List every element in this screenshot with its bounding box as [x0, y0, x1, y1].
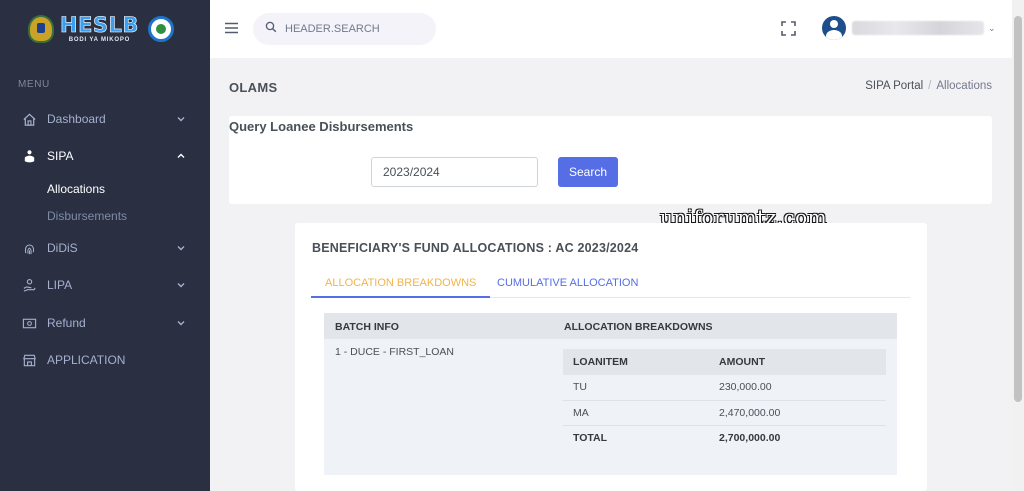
sidebar-item-label: DiDiS [47, 241, 78, 255]
sidebar-item-label: SIPA [47, 149, 74, 163]
logo-tagline: BODI YA MIKOPO [68, 37, 131, 43]
allocations-title: BENEFICIARY'S FUND ALLOCATIONS : AC 2023… [312, 241, 639, 255]
sidebar-item-application[interactable]: APPLICATION [0, 345, 210, 375]
sidebar-item-didis[interactable]: DiDiS [0, 233, 210, 263]
top-header: ⌄ [210, 0, 1012, 58]
fullscreen-icon[interactable] [781, 21, 796, 41]
allocations-table: BATCH INFO ALLOCATION BREAKDOWNS 1 - DUC… [324, 313, 897, 475]
column-header-breakdown: ALLOCATION BREAKDOWNS [564, 321, 713, 333]
menu-toggle-icon[interactable] [225, 21, 238, 39]
home-icon [21, 111, 37, 127]
store-icon [21, 352, 37, 368]
amount-cell: 2,470,000.00 [709, 400, 886, 426]
money-icon [21, 315, 37, 331]
query-title: Query Loanee Disbursements [229, 119, 414, 134]
chevron-down-icon [176, 317, 186, 331]
tab-cumulative-allocation[interactable]: CUMULATIVE ALLOCATION [483, 269, 652, 298]
search-icon [265, 20, 277, 38]
batch-info-cell: 1 - DUCE - FIRST_LOAN [335, 346, 455, 358]
loan-item-table: LOANITEM AMOUNT TU 230,000.00 MA 2,470,0… [563, 349, 886, 450]
avatar [822, 16, 846, 40]
sidebar-item-label: Dashboard [47, 112, 106, 126]
page-scrollbar[interactable] [1012, 0, 1024, 491]
search-button[interactable]: Search [558, 157, 618, 187]
total-amount: 2,700,000.00 [719, 431, 781, 444]
column-header-amount: AMOUNT [709, 349, 886, 375]
allocation-tabs: ALLOCATION BREAKDOWNS CUMULATIVE ALLOCAT… [311, 269, 910, 298]
breadcrumb: SIPA Portal / Allocations [865, 80, 992, 92]
sidebar-item-dashboard[interactable]: Dashboard [0, 104, 210, 134]
sidebar-item-label: LIPA [47, 278, 73, 292]
username-redacted [852, 21, 984, 35]
allocations-card: BENEFICIARY'S FUND ALLOCATIONS : AC 2023… [295, 223, 927, 491]
logo-title: HESLB [60, 13, 139, 37]
table-header-row: LOANITEM AMOUNT [563, 349, 886, 375]
sidebar-subitem-allocations[interactable]: Allocations [47, 182, 105, 196]
chevron-down-icon: ⌄ [988, 22, 996, 33]
heslb-logo[interactable]: HESLB BODI YA MIKOPO [0, 0, 210, 58]
sidebar-item-refund[interactable]: Refund [0, 308, 210, 338]
chevron-up-icon [176, 150, 186, 164]
sidebar-item-label: Refund [47, 316, 86, 330]
logo-wordmark: HESLB BODI YA MIKOPO [60, 13, 139, 43]
loanitem-cell: MA [563, 400, 709, 426]
breadcrumb-current: Allocations [936, 80, 992, 92]
sidebar-subitem-disbursements[interactable]: Disbursements [47, 209, 127, 223]
column-header-loanitem: LOANITEM [563, 349, 709, 375]
menu-title: MENU [18, 79, 50, 90]
amount-cell: 230,000.00 [709, 375, 886, 401]
fingerprint-icon [21, 240, 37, 256]
chevron-down-icon [176, 279, 186, 293]
table-header: BATCH INFO ALLOCATION BREAKDOWNS [324, 313, 897, 339]
header-search[interactable] [253, 13, 436, 45]
sidebar-item-lipa[interactable]: LIPA [0, 270, 210, 300]
table-row: TU 230,000.00 [563, 375, 886, 401]
academic-year-input[interactable] [371, 157, 538, 187]
breadcrumb-parent[interactable]: SIPA Portal [865, 80, 923, 92]
loanitem-cell: TU [563, 375, 709, 401]
hand-coin-icon [21, 277, 37, 293]
sidebar: HESLB BODI YA MIKOPO MENU Dashboard SIPA… [0, 0, 210, 491]
chevron-down-icon [176, 242, 186, 256]
heslb-seal-icon [147, 16, 174, 42]
page-title: OLAMS [229, 80, 278, 95]
column-header-batch: BATCH INFO [335, 321, 399, 333]
sidebar-item-sipa[interactable]: SIPA [0, 141, 210, 171]
query-card: Query Loanee Disbursements Search [229, 116, 992, 204]
chevron-down-icon [176, 113, 186, 127]
total-label: TOTAL [573, 431, 608, 444]
total-row: TOTAL 2,700,000.00 [563, 425, 886, 450]
tab-allocation-breakdowns[interactable]: ALLOCATION BREAKDOWNS [311, 269, 491, 298]
search-input[interactable] [285, 23, 425, 35]
sidebar-item-label: APPLICATION [47, 353, 126, 367]
scrollbar-thumb[interactable] [1014, 16, 1022, 402]
user-dropdown[interactable]: ⌄ [822, 16, 996, 40]
coat-of-arms-icon [28, 15, 54, 43]
breadcrumb-separator: / [928, 80, 932, 92]
sipa-person-icon [21, 148, 37, 164]
table-row: MA 2,470,000.00 [563, 400, 886, 426]
